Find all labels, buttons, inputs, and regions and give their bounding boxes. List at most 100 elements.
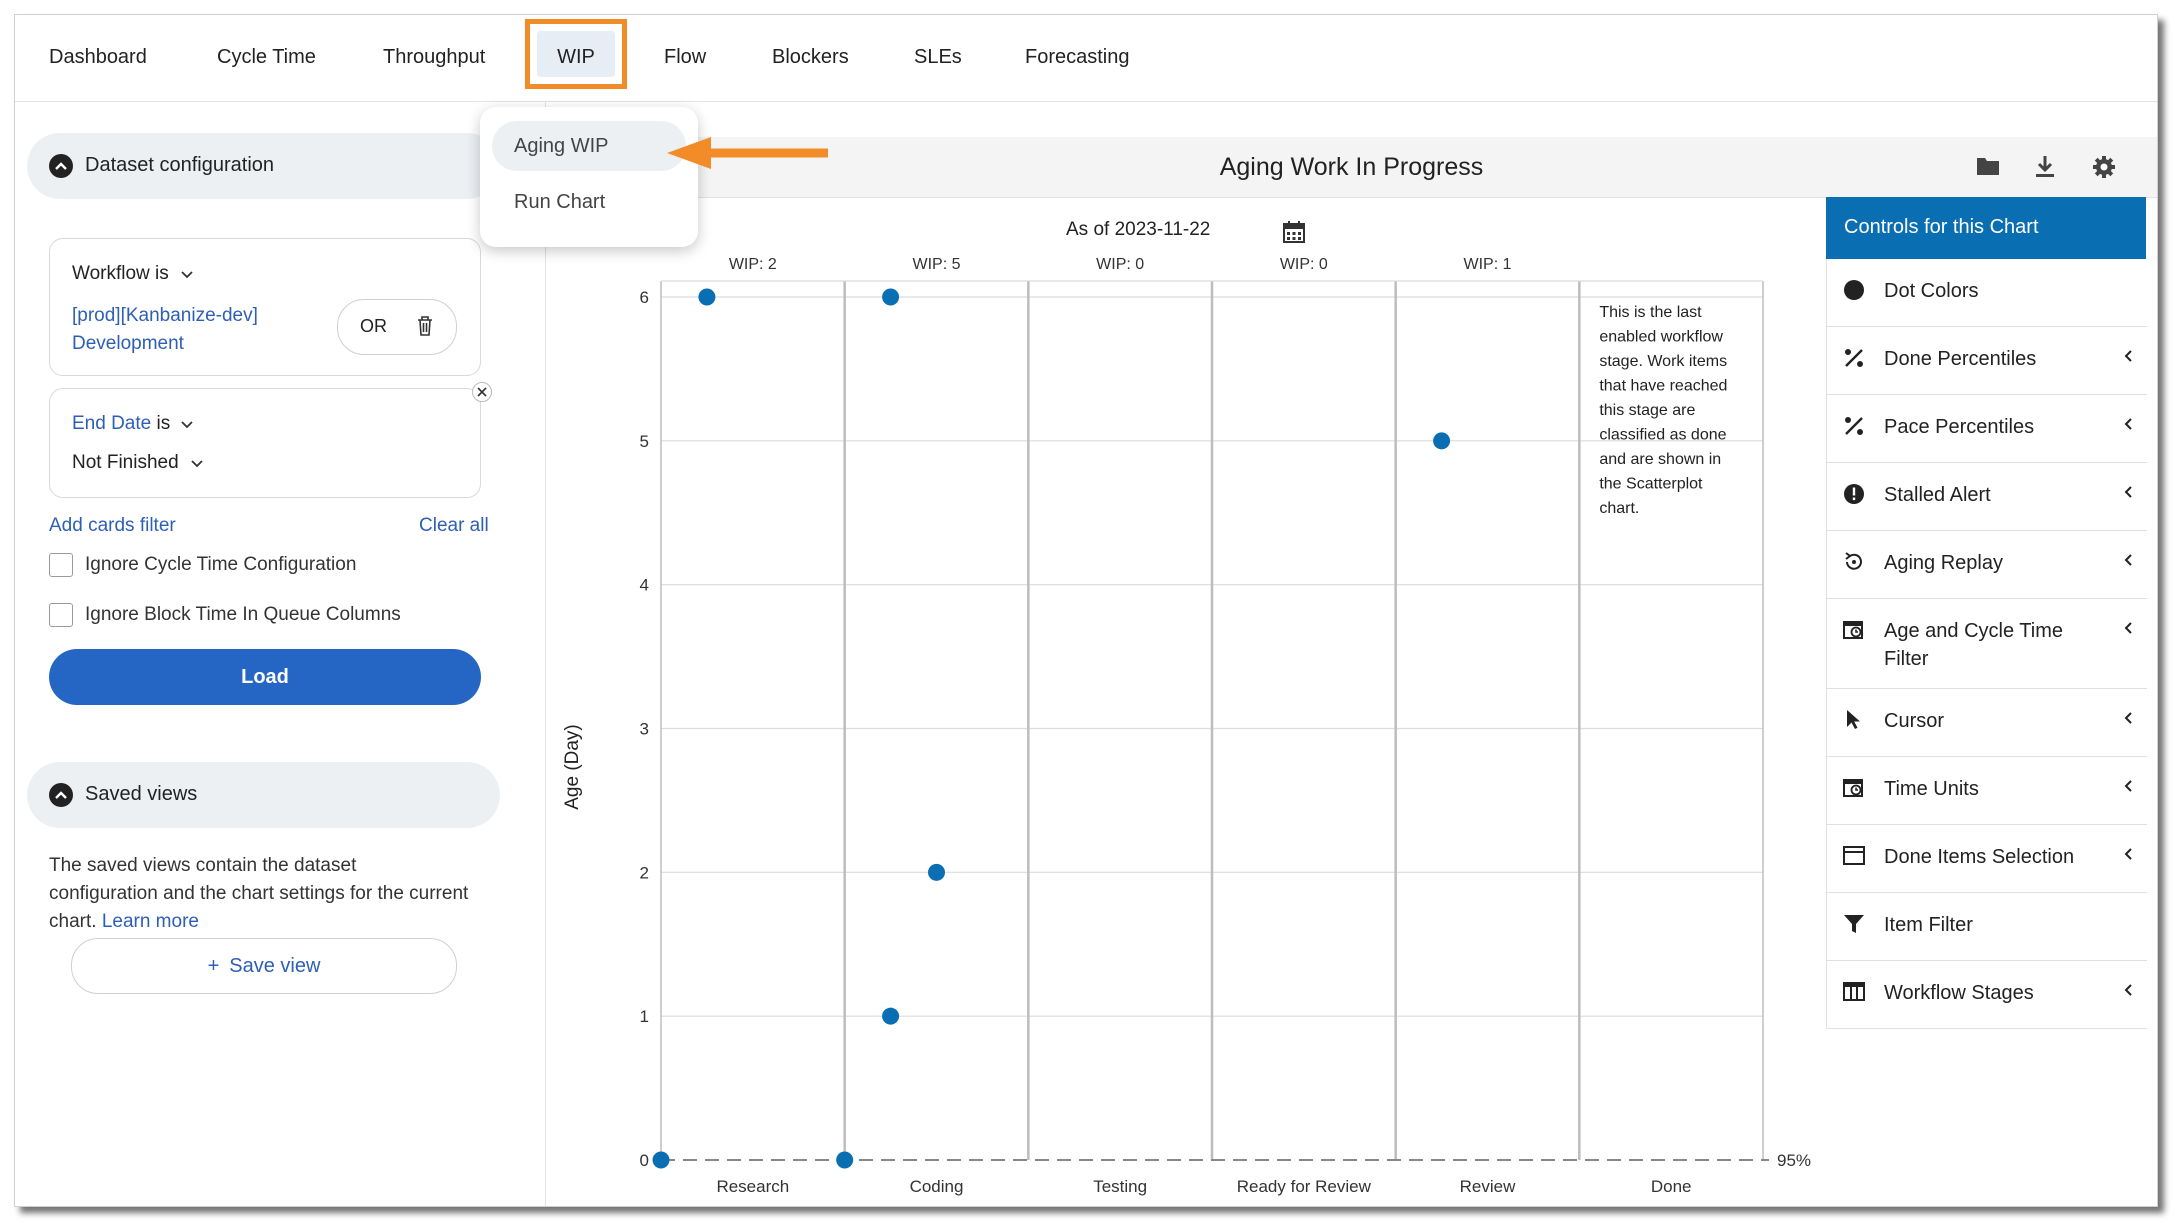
wip-dropdown-menu: Aging WIP Run Chart [480,107,698,247]
dataset-config-header[interactable]: Dataset configuration [27,133,500,199]
y-tick-label: 5 [640,432,649,451]
y-tick-label: 2 [640,863,649,882]
done-stage-note-line: chart. [1599,500,1639,517]
control-label: Item Filter [1884,914,1973,936]
aging-wip-chart: 0 1 2 3 4 5 6 Research Coding Testing Ready for R… [562,219,1811,1196]
close-icon [477,387,487,397]
workflow-value-line2: Development [72,333,184,354]
control-label: Done Percentiles [1884,348,2037,370]
or-delete-group: OR [337,299,457,355]
control-label: Age and Cycle Time Filter [1884,617,2063,673]
ignore-cycle-checkbox[interactable] [49,553,73,577]
learn-more-link[interactable]: Learn more [102,911,199,932]
clear-all-link[interactable]: Clear all [419,515,489,537]
replay-icon [1843,551,1865,573]
folder-icon[interactable] [1976,155,2000,177]
workflow-label-text: Workflow is [72,263,169,284]
x-tick-label: Testing [1093,1177,1147,1196]
tab-sles[interactable]: SLEs [914,46,962,69]
y-tick-label: 4 [640,576,649,595]
trash-icon[interactable] [416,315,434,337]
menu-item-run-chart-label: Run Chart [514,191,606,213]
menu-item-aging-wip[interactable]: Aging WIP [492,121,686,171]
done-stage-note-line: This is the last [1599,304,1702,321]
workflow-value[interactable]: [prod][Kanbanize-dev] Development [72,302,258,358]
workflow-filter-label[interactable]: Workflow is [72,263,194,285]
alert-icon [1843,483,1865,505]
ignore-block-checkbox[interactable] [49,603,73,627]
done-stage-note-line: that have reached [1599,378,1727,395]
control-item-filter[interactable]: Item Filter [1826,893,2147,961]
work-item-dot [1433,432,1451,450]
end-date-value: Not Finished [72,452,179,473]
top-nav: Dashboard Cycle Time Throughput WIP Flow… [15,15,2157,102]
end-date-filter-label[interactable]: End Date is [72,413,194,435]
control-age-and-cycle-time[interactable]: Age and Cycle Time Filter [1826,599,2147,689]
control-pace-percentiles[interactable]: Pace Percentiles [1826,395,2147,463]
done-stage-note-line: and are shown in [1599,451,1721,468]
tab-throughput[interactable]: Throughput [383,46,485,69]
y-tick-label: 1 [640,1007,649,1026]
end-date-value-select[interactable]: Not Finished [72,452,204,474]
control-time-units[interactable]: Time Units [1826,757,2147,825]
save-view-button[interactable]: + Save view [71,938,457,994]
control-label-line2: Filter [1884,648,1929,670]
or-button[interactable]: OR [360,316,387,337]
gear-icon[interactable] [2092,155,2116,179]
workflow-filter-card: Workflow is [prod][Kanbanize-dev] Develo… [49,238,481,376]
control-stalled-alert[interactable]: Stalled Alert [1826,463,2147,531]
chart-area: 0 1 2 3 4 5 6 Research Coding Testing Ready for R… [546,197,1826,1206]
done-stage-note-line: stage. Work items [1599,353,1727,370]
load-button[interactable]: Load [49,649,481,705]
x-tick-label: Done [1651,1177,1692,1196]
menu-item-run-chart[interactable]: Run Chart [492,177,686,227]
left-panel: Dataset configuration Workflow is [prod]… [15,102,546,1206]
chart-controls-panel: Controls for this Chart Dot Colors Done P… [1826,197,2147,1029]
saved-views-title: Saved views [85,783,198,805]
chevron-down-icon [191,460,203,468]
download-icon[interactable] [2034,155,2056,179]
control-label: Workflow Stages [1884,982,2034,1004]
control-cursor[interactable]: Cursor [1826,689,2147,757]
tab-cycle-time[interactable]: Cycle Time [217,46,316,69]
remove-filter-button[interactable] [472,382,492,402]
ignore-block-label: Ignore Block Time In Queue Columns [85,604,401,625]
calendar-icon [1843,777,1865,799]
work-item-dot [882,288,900,306]
control-workflow-stages[interactable]: Workflow Stages [1826,961,2147,1029]
wip-count-label: WIP: 1 [1463,256,1511,273]
control-done-percentiles[interactable]: Done Percentiles [1826,327,2147,395]
chevron-left-icon [2123,847,2133,866]
x-tick-label: Coding [910,1177,964,1196]
plus-icon: + [207,955,220,977]
wip-count-label: WIP: 5 [912,256,960,273]
annotation-arrow [667,137,828,169]
tab-dashboard[interactable]: Dashboard [49,46,147,69]
tab-flow[interactable]: Flow [664,46,706,69]
control-dot-colors[interactable]: Dot Colors [1826,259,2147,327]
tab-blockers[interactable]: Blockers [772,46,849,69]
done-stage-note-line: enabled workflow [1599,329,1723,346]
end-date-field: End Date [72,413,152,434]
saved-views-description: The saved views contain the dataset conf… [49,852,469,936]
ignore-cycle-label: Ignore Cycle Time Configuration [85,554,357,575]
menu-item-aging-wip-label: Aging WIP [514,135,609,157]
chevron-left-icon [2123,711,2133,730]
work-item-dot [698,288,716,306]
tab-wip[interactable]: WIP [525,19,627,89]
y-axis-label: Age (Day) [562,724,583,810]
tab-forecasting[interactable]: Forecasting [1025,46,1130,69]
wip-count-label: WIP: 2 [729,256,777,273]
control-aging-replay[interactable]: Aging Replay [1826,531,2147,599]
control-label: Cursor [1884,710,1945,732]
add-cards-filter-link[interactable]: Add cards filter [49,515,176,537]
chevron-down-icon [181,271,193,279]
chevron-down-icon [180,421,193,429]
control-label: Aging Replay [1884,552,2003,574]
done-stage-note-line: the Scatterplot [1599,476,1703,493]
calendar-icon[interactable] [1283,221,1305,243]
control-done-items-selection[interactable]: Done Items Selection [1826,825,2147,893]
chevron-left-icon [2123,349,2133,368]
save-view-label: Save view [229,955,321,977]
saved-views-header[interactable]: Saved views [27,762,500,828]
